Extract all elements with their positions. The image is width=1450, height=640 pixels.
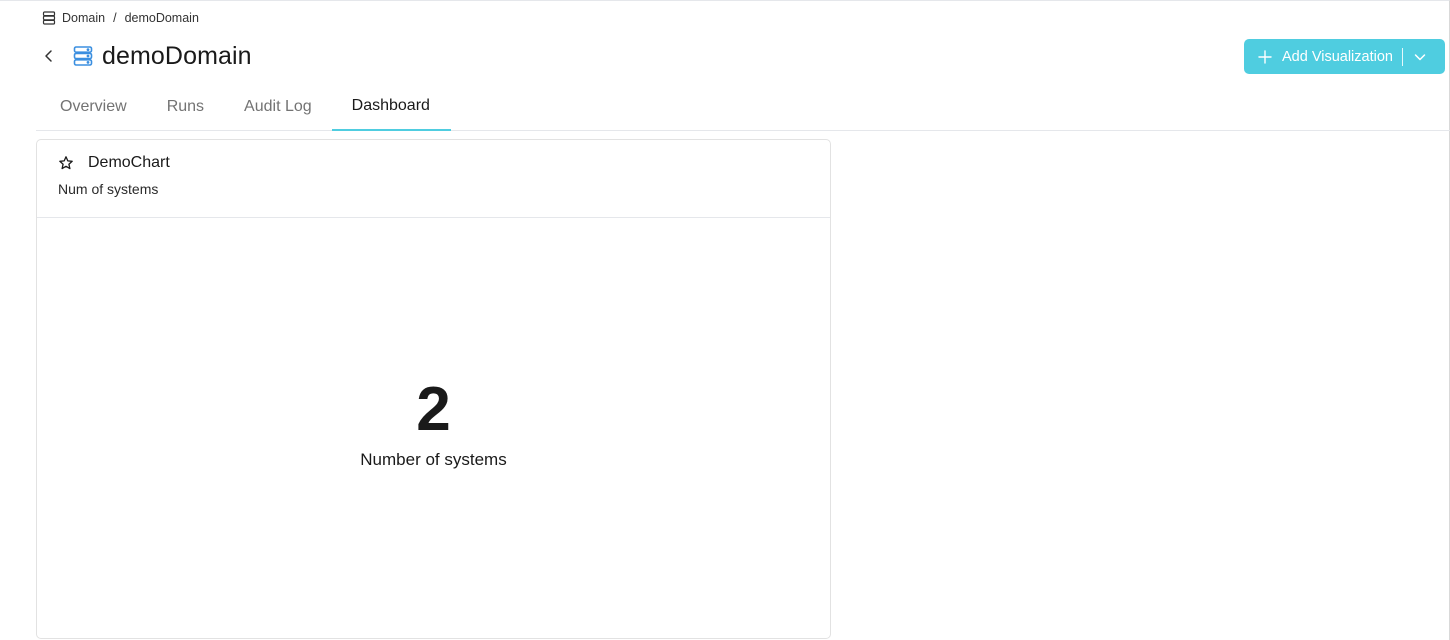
star-icon[interactable] [58,155,74,171]
back-button[interactable] [38,39,60,73]
database-icon [42,11,56,25]
breadcrumb-separator: / [113,11,117,25]
button-divider [1401,47,1403,66]
card-title-row: DemoChart [58,154,810,172]
add-visualization-button[interactable]: Add Visualization [1244,39,1445,74]
card-subtitle: Num of systems [58,181,159,197]
metric-value: 2 [416,375,451,444]
tab-bar: Overview Runs Audit Log Dashboard [36,85,1450,131]
tab-audit-log[interactable]: Audit Log [224,85,332,130]
card-title: DemoChart [88,154,170,171]
chevron-left-icon [45,50,52,62]
title-row: demoDomain [38,39,252,73]
chevron-down-icon[interactable] [1413,50,1427,64]
card-header: DemoChart Num of systems [37,140,830,218]
breadcrumb: Domain / demoDomain [42,11,199,25]
server-icon [72,45,94,67]
tab-runs[interactable]: Runs [147,85,224,130]
card-body: 2 Number of systems [37,218,830,638]
add-visualization-label: Add Visualization [1282,48,1393,65]
breadcrumb-root[interactable]: Domain [62,11,105,25]
app-frame: Domain / demoDomain demoDomain Add Visua… [0,0,1450,640]
tab-overview[interactable]: Overview [36,85,147,130]
chart-card: DemoChart Num of systems 2 Number of sys… [36,139,831,639]
plus-icon [1257,49,1273,65]
tab-dashboard[interactable]: Dashboard [331,85,452,131]
metric: 2 Number of systems [37,378,830,470]
page-title: demoDomain [102,41,252,70]
breadcrumb-current: demoDomain [124,11,199,25]
metric-label: Number of systems [360,450,507,469]
